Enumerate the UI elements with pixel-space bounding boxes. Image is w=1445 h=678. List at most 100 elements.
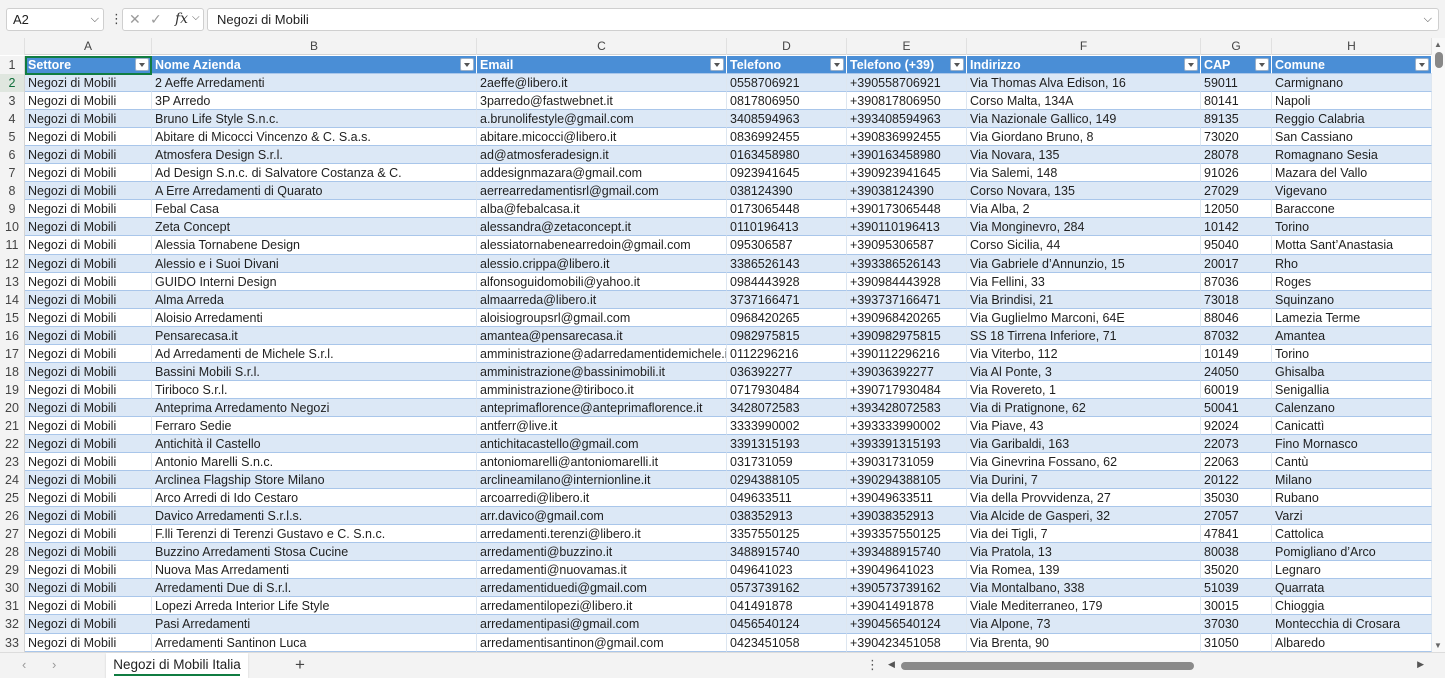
cell-telefono[interactable]: 036392277 [727,362,847,381]
cell-settore[interactable]: Negozi di Mobili [25,92,152,111]
row-number[interactable]: 13 [0,272,25,291]
cell-settore[interactable]: Negozi di Mobili [25,254,152,273]
filter-dropdown-icon[interactable] [1184,58,1198,71]
cell-indirizzo[interactable]: Via della Provvidenza, 27 [967,489,1201,508]
cell-cap[interactable]: 30015 [1201,597,1272,616]
cell-cap[interactable]: 59011 [1201,74,1272,93]
row-number[interactable]: 21 [0,416,25,435]
cell-telefono-39[interactable]: +39049633511 [847,489,967,508]
cell-telefono[interactable]: 0717930484 [727,380,847,399]
expand-formula-icon[interactable]: ⌵ [1424,9,1432,30]
cell-telefono-39[interactable]: +39038352913 [847,507,967,526]
row-number[interactable]: 9 [0,200,25,219]
row-number[interactable]: 19 [0,380,25,399]
cell-telefono-39[interactable]: +390984443928 [847,272,967,291]
cell-email[interactable]: aerrearredamentisrl@gmail.com [477,182,727,201]
cell-comune[interactable]: Senigallia [1272,380,1432,399]
cell-email[interactable]: arredamenti.terenzi@libero.it [477,525,727,544]
cell-nome-azienda[interactable]: Ferraro Sedie [152,416,477,435]
cell-indirizzo[interactable]: Via Monginevro, 284 [967,218,1201,237]
cell-settore[interactable]: Negozi di Mobili [25,525,152,544]
filter-dropdown-icon[interactable] [950,58,964,71]
cell-indirizzo[interactable]: Via di Pratignone, 62 [967,398,1201,417]
row-number[interactable]: 28 [0,543,25,562]
cell-telefono-39[interactable]: +39038124390 [847,182,967,201]
cell-comune[interactable]: Fino Mornasco [1272,434,1432,454]
cell-email[interactable]: almaarreda@libero.it [477,290,727,309]
cell-settore[interactable]: Negozi di Mobili [25,579,152,598]
cell-email[interactable]: arredamentilopezi@libero.it [477,597,727,616]
cell-nome-azienda[interactable]: A Erre Arredamenti di Quarato [152,182,477,201]
cell-email[interactable]: alfonsoguidomobili@yahoo.it [477,272,727,291]
cell-comune[interactable]: Rubano [1272,489,1432,508]
cell-email[interactable]: antichitacastello@gmail.com [477,434,727,454]
cell-settore[interactable]: Negozi di Mobili [25,344,152,363]
cell-settore[interactable]: Negozi di Mobili [25,561,152,580]
cell-cap[interactable]: 88046 [1201,308,1272,327]
cell-email[interactable]: alessiatornabenearredoin@gmail.com [477,236,727,255]
add-sheet-icon[interactable]: + [295,655,305,675]
cell-telefono[interactable]: 0836992455 [727,128,847,147]
cell-nome-azienda[interactable]: Lopezi Arreda Interior Life Style [152,597,477,616]
cell-comune[interactable]: Varzi [1272,507,1432,526]
cell-telefono[interactable]: 0968420265 [727,308,847,327]
cell-indirizzo[interactable]: Via Salemi, 148 [967,164,1201,183]
cell-nome-azienda[interactable]: Aloisio Arredamenti [152,308,477,327]
cell-cap[interactable]: 22063 [1201,453,1272,472]
cell-cap[interactable]: 73018 [1201,290,1272,309]
cell-telefono-39[interactable]: +39036392277 [847,362,967,381]
cell-email[interactable]: amministrazione@adarredamentidemichele.i [477,344,727,363]
enter-check-icon[interactable]: ✓ [150,11,162,28]
cell-settore[interactable]: Negozi di Mobili [25,615,152,634]
cell-telefono-39[interactable]: +393357550125 [847,525,967,544]
cell-indirizzo[interactable]: Via Guglielmo Marconi, 64E [967,308,1201,327]
scroll-right-icon[interactable]: ▶ [1417,659,1424,670]
cell-settore[interactable]: Negozi di Mobili [25,597,152,616]
row-number[interactable]: 30 [0,579,25,598]
column-header-a[interactable]: A [25,38,152,55]
sheet-tab[interactable]: Negozi di Mobili Italia [106,653,248,678]
cell-comune[interactable]: Carmignano [1272,74,1432,93]
cell-nome-azienda[interactable]: Atmosfera Design S.r.l. [152,146,477,165]
cell-cap[interactable]: 91026 [1201,164,1272,183]
cell-settore[interactable]: Negozi di Mobili [25,489,152,508]
cell-comune[interactable]: Torino [1272,218,1432,237]
cell-indirizzo[interactable]: Via Alba, 2 [967,200,1201,219]
cell-indirizzo[interactable]: Via Fellini, 33 [967,272,1201,291]
cell-cap[interactable]: 73020 [1201,128,1272,147]
cell-cap[interactable]: 10149 [1201,344,1272,363]
cell-cap[interactable]: 89135 [1201,110,1272,129]
cell-indirizzo[interactable]: Via Brenta, 90 [967,633,1201,652]
row-number[interactable]: 6 [0,146,25,165]
cell-nome-azienda[interactable]: Ad Arredamenti de Michele S.r.l. [152,344,477,363]
cell-email[interactable]: addesignmazara@gmail.com [477,164,727,183]
cell-telefono[interactable]: 0163458980 [727,146,847,165]
cell-settore[interactable]: Negozi di Mobili [25,362,152,381]
cell-telefono-39[interactable]: +393391315193 [847,434,967,454]
row-number[interactable]: 22 [0,434,25,454]
cell-email[interactable]: antoniomarelli@antoniomarelli.it [477,453,727,472]
cell-email[interactable]: arredamenti@buzzino.it [477,543,727,562]
cell-nome-azienda[interactable]: Abitare di Micocci Vincenzo & C. S.a.s. [152,128,477,147]
cell-telefono[interactable]: 0558706921 [727,74,847,93]
cell-comune[interactable]: Calenzano [1272,398,1432,417]
cell-settore[interactable]: Negozi di Mobili [25,128,152,147]
cell-settore[interactable]: Negozi di Mobili [25,507,152,526]
header-cell-email[interactable]: Email [477,56,727,75]
cell-nome-azienda[interactable]: Antonio Marelli S.n.c. [152,453,477,472]
cell-indirizzo[interactable]: Via Montalbano, 338 [967,579,1201,598]
previous-sheet-icon[interactable]: ‹ [22,657,26,672]
cell-telefono[interactable]: 0110196413 [727,218,847,237]
cell-telefono[interactable]: 095306587 [727,236,847,255]
cell-nome-azienda[interactable]: Arclinea Flagship Store Milano [152,471,477,490]
cell-indirizzo[interactable]: Via Rovereto, 1 [967,380,1201,399]
row-number[interactable]: 7 [0,164,25,183]
cell-comune[interactable]: Albaredo [1272,633,1432,652]
cell-settore[interactable]: Negozi di Mobili [25,290,152,309]
cell-settore[interactable]: Negozi di Mobili [25,398,152,417]
cell-nome-azienda[interactable]: 2 Aeffe Arredamenti [152,74,477,93]
cell-telefono[interactable]: 0573739162 [727,579,847,598]
cell-comune[interactable]: Canicattì [1272,416,1432,435]
cell-nome-azienda[interactable]: Alessio e i Suoi Divani [152,254,477,273]
cell-comune[interactable]: Motta Sant’Anastasia [1272,236,1432,255]
